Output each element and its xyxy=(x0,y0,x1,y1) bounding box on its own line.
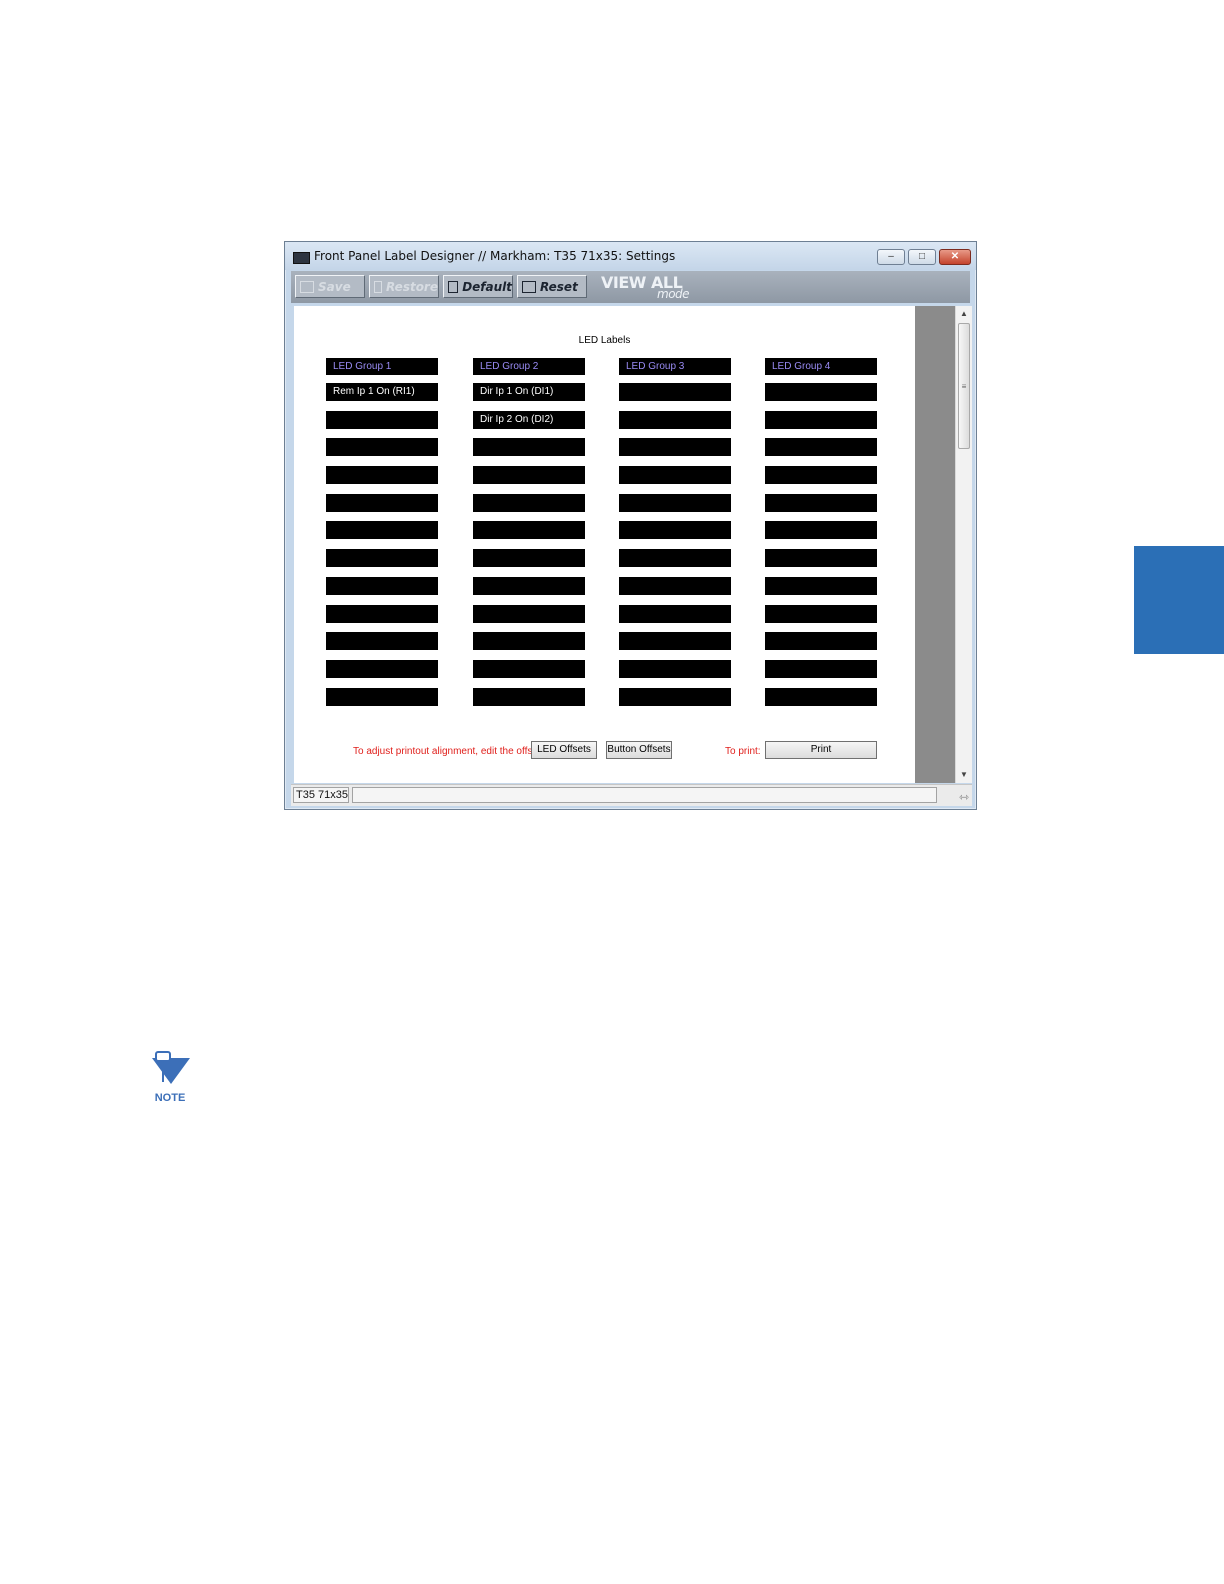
led-label-field[interactable] xyxy=(326,604,438,623)
default-icon xyxy=(448,280,459,293)
led-label-field[interactable] xyxy=(473,438,585,457)
chapter-tab xyxy=(1134,546,1224,654)
led-label-field[interactable] xyxy=(619,632,731,651)
led-label-field[interactable] xyxy=(765,632,877,651)
led-label-field[interactable] xyxy=(473,466,585,485)
led-label-field[interactable] xyxy=(619,549,731,568)
status-bar: T35 71x35 ⇿ xyxy=(291,784,972,806)
status-message xyxy=(352,787,937,803)
led-label-field[interactable] xyxy=(619,410,731,429)
section-title: LED Labels xyxy=(578,335,631,346)
led-label-field[interactable] xyxy=(326,659,438,678)
led-label-field[interactable] xyxy=(326,632,438,651)
scroll-thumb[interactable]: ≡ xyxy=(958,323,970,449)
led-label-field[interactable] xyxy=(326,466,438,485)
vertical-scrollbar[interactable]: ▲ ≡ ▼ xyxy=(955,306,972,783)
led-label-field[interactable]: Dir Ip 1 On (DI1) xyxy=(473,383,585,401)
led-group-2: LED Group 2 Dir Ip 1 On (DI1) Dir Ip 2 O… xyxy=(473,358,585,715)
resize-grip-icon[interactable]: ⇿ xyxy=(959,790,969,804)
led-labels-panel: LED Labels LED Group 1 Rem Ip 1 On (RI1)… xyxy=(294,306,915,783)
led-label-field[interactable] xyxy=(619,438,731,457)
led-label-field[interactable] xyxy=(765,604,877,623)
led-label-field[interactable] xyxy=(326,549,438,568)
maximize-button[interactable]: □ xyxy=(908,249,936,265)
led-label-field[interactable]: Dir Ip 2 On (DI2) xyxy=(473,410,585,429)
close-button[interactable]: ✕ xyxy=(939,249,971,265)
title-bar: Front Panel Label Designer // Markham: T… xyxy=(285,242,976,270)
save-label: Save xyxy=(318,279,351,294)
restore-label: Restore xyxy=(386,279,438,294)
led-group-header: LED Group 2 xyxy=(473,358,585,375)
led-label-field[interactable] xyxy=(326,687,438,706)
led-label-field[interactable] xyxy=(326,576,438,595)
button-offsets-button[interactable]: Button Offsets xyxy=(606,741,672,759)
window-title: Front Panel Label Designer // Markham: T… xyxy=(314,249,676,263)
led-label-field[interactable] xyxy=(326,493,438,512)
led-label-field[interactable] xyxy=(619,576,731,595)
device-status: T35 71x35 xyxy=(293,787,349,803)
scroll-up-icon[interactable]: ▲ xyxy=(956,306,972,322)
led-label-field[interactable] xyxy=(765,521,877,540)
alignment-instruction: To adjust printout alignment, edit the o… xyxy=(353,746,549,757)
note-pin-head xyxy=(155,1051,171,1062)
led-label-field[interactable] xyxy=(619,521,731,540)
reset-button[interactable]: Reset xyxy=(517,275,587,298)
led-label-field[interactable] xyxy=(473,604,585,623)
app-icon xyxy=(293,252,310,264)
default-button[interactable]: Default xyxy=(443,275,513,298)
mode-text: mode xyxy=(657,287,690,301)
led-group-1: LED Group 1 Rem Ip 1 On (RI1) xyxy=(326,358,438,715)
note-label: NOTE xyxy=(155,1092,186,1104)
led-label-field[interactable] xyxy=(473,493,585,512)
print-button[interactable]: Print xyxy=(765,741,877,759)
led-label-field[interactable] xyxy=(619,687,731,706)
led-label-field[interactable] xyxy=(326,438,438,457)
led-label-field[interactable] xyxy=(765,493,877,512)
scroll-down-icon[interactable]: ▼ xyxy=(956,767,972,783)
led-label-field[interactable] xyxy=(765,438,877,457)
led-label-field[interactable] xyxy=(765,410,877,429)
led-label-field[interactable] xyxy=(619,493,731,512)
view-all-mode: VIEW ALL mode xyxy=(601,273,690,301)
label-designer-window: Front Panel Label Designer // Markham: T… xyxy=(284,241,977,810)
led-label-field[interactable] xyxy=(473,576,585,595)
led-label-field[interactable] xyxy=(619,466,731,485)
led-label-field[interactable]: Rem Ip 1 On (RI1) xyxy=(326,383,438,401)
led-group-header: LED Group 3 xyxy=(619,358,731,375)
led-label-field[interactable] xyxy=(765,466,877,485)
led-group-header: LED Group 4 xyxy=(765,358,877,375)
restore-button[interactable]: Restore xyxy=(369,275,439,298)
led-label-field[interactable] xyxy=(473,687,585,706)
led-group-3: LED Group 3 xyxy=(619,358,731,715)
restore-icon xyxy=(374,280,383,293)
save-icon xyxy=(300,280,314,293)
led-label-field[interactable] xyxy=(473,632,585,651)
led-label-field[interactable] xyxy=(619,383,731,401)
led-label-field[interactable] xyxy=(326,521,438,540)
led-group-header: LED Group 1 xyxy=(326,358,438,375)
led-label-field[interactable] xyxy=(473,549,585,568)
led-label-field[interactable] xyxy=(619,659,731,678)
reset-icon xyxy=(522,280,536,293)
led-label-field[interactable] xyxy=(619,604,731,623)
led-label-field[interactable] xyxy=(765,549,877,568)
led-label-field[interactable] xyxy=(765,576,877,595)
led-label-field[interactable] xyxy=(473,659,585,678)
note-icon: NOTE xyxy=(152,1051,190,1104)
led-label-field[interactable] xyxy=(473,521,585,540)
minimize-button[interactable]: – xyxy=(877,249,905,265)
toolbar: Save Restore Default Reset VIEW ALL mode xyxy=(291,271,970,303)
default-label: Default xyxy=(462,279,512,294)
led-label-field[interactable] xyxy=(765,659,877,678)
print-prompt: To print: xyxy=(725,746,761,757)
panel-margin xyxy=(915,306,955,783)
led-label-field[interactable] xyxy=(326,410,438,429)
led-label-field[interactable] xyxy=(765,687,877,706)
save-button[interactable]: Save xyxy=(295,275,365,298)
led-label-field[interactable] xyxy=(765,383,877,401)
reset-label: Reset xyxy=(540,279,578,294)
led-group-4: LED Group 4 xyxy=(765,358,877,715)
led-offsets-button[interactable]: LED Offsets xyxy=(531,741,597,759)
